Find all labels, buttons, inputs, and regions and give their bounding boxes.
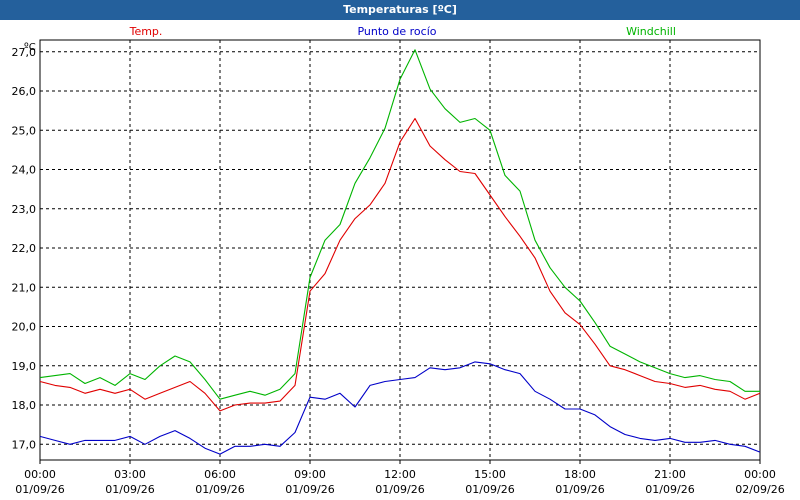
x-tick-date: 02/09/26: [735, 483, 784, 496]
y-tick-label: 18,0: [12, 399, 37, 412]
x-tick-time: 06:00: [204, 468, 236, 481]
y-tick-label: 21,0: [12, 281, 37, 294]
x-tick-date: 01/09/26: [465, 483, 514, 496]
chart-window: Temperaturas [ºC] 17,0 18,0 19,0 20,0 21,0 22…: [0, 0, 800, 500]
x-tick-time: 00:00: [24, 468, 56, 481]
legend-entry: Windchill: [626, 25, 676, 38]
y-axis-unit: ºC: [24, 42, 36, 53]
x-tick-time: 03:00: [114, 468, 146, 481]
x-tick-date: 01/09/26: [195, 483, 244, 496]
legend-entry: Punto de rocío: [357, 25, 436, 38]
y-tick-label: 23,0: [12, 203, 37, 216]
chart-title: Temperaturas [ºC]: [0, 0, 800, 20]
y-tick-label: 24,0: [12, 164, 37, 177]
y-tick-label: 22,0: [12, 242, 37, 255]
legend-entry: Temp.: [129, 25, 163, 38]
x-tick-time: 15:00: [474, 468, 506, 481]
x-tick-date: 01/09/26: [15, 483, 64, 496]
y-tick-label: 20,0: [12, 321, 37, 334]
x-tick-time: 12:00: [384, 468, 416, 481]
x-tick-date: 01/09/26: [105, 483, 154, 496]
x-tick-time: 00:00: [744, 468, 776, 481]
y-tick-label: 25,0: [12, 124, 37, 137]
x-tick-date: 01/09/26: [645, 483, 694, 496]
y-tick-label: 17,0: [12, 438, 37, 451]
x-tick-time: 21:00: [654, 468, 686, 481]
y-tick-label: 26,0: [12, 85, 37, 98]
x-tick-date: 01/09/26: [285, 483, 334, 496]
x-tick-time: 18:00: [564, 468, 596, 481]
temperature-chart: 17,0 18,0 19,0 20,0 21,0 22,0 23,0 24,0 25,0 26,0…: [12, 25, 785, 496]
y-tick-label: 19,0: [12, 360, 37, 373]
x-tick-date: 01/09/26: [375, 483, 424, 496]
x-tick-time: 09:00: [294, 468, 326, 481]
x-tick-date: 01/09/26: [555, 483, 604, 496]
